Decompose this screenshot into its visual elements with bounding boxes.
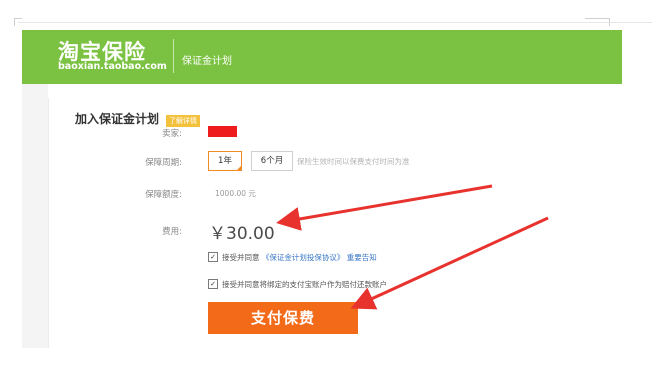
annotation-arrow-to-pay	[350, 216, 549, 310]
annotation-arrows	[276, 184, 549, 310]
annotation-arrow-to-fee	[276, 184, 493, 231]
